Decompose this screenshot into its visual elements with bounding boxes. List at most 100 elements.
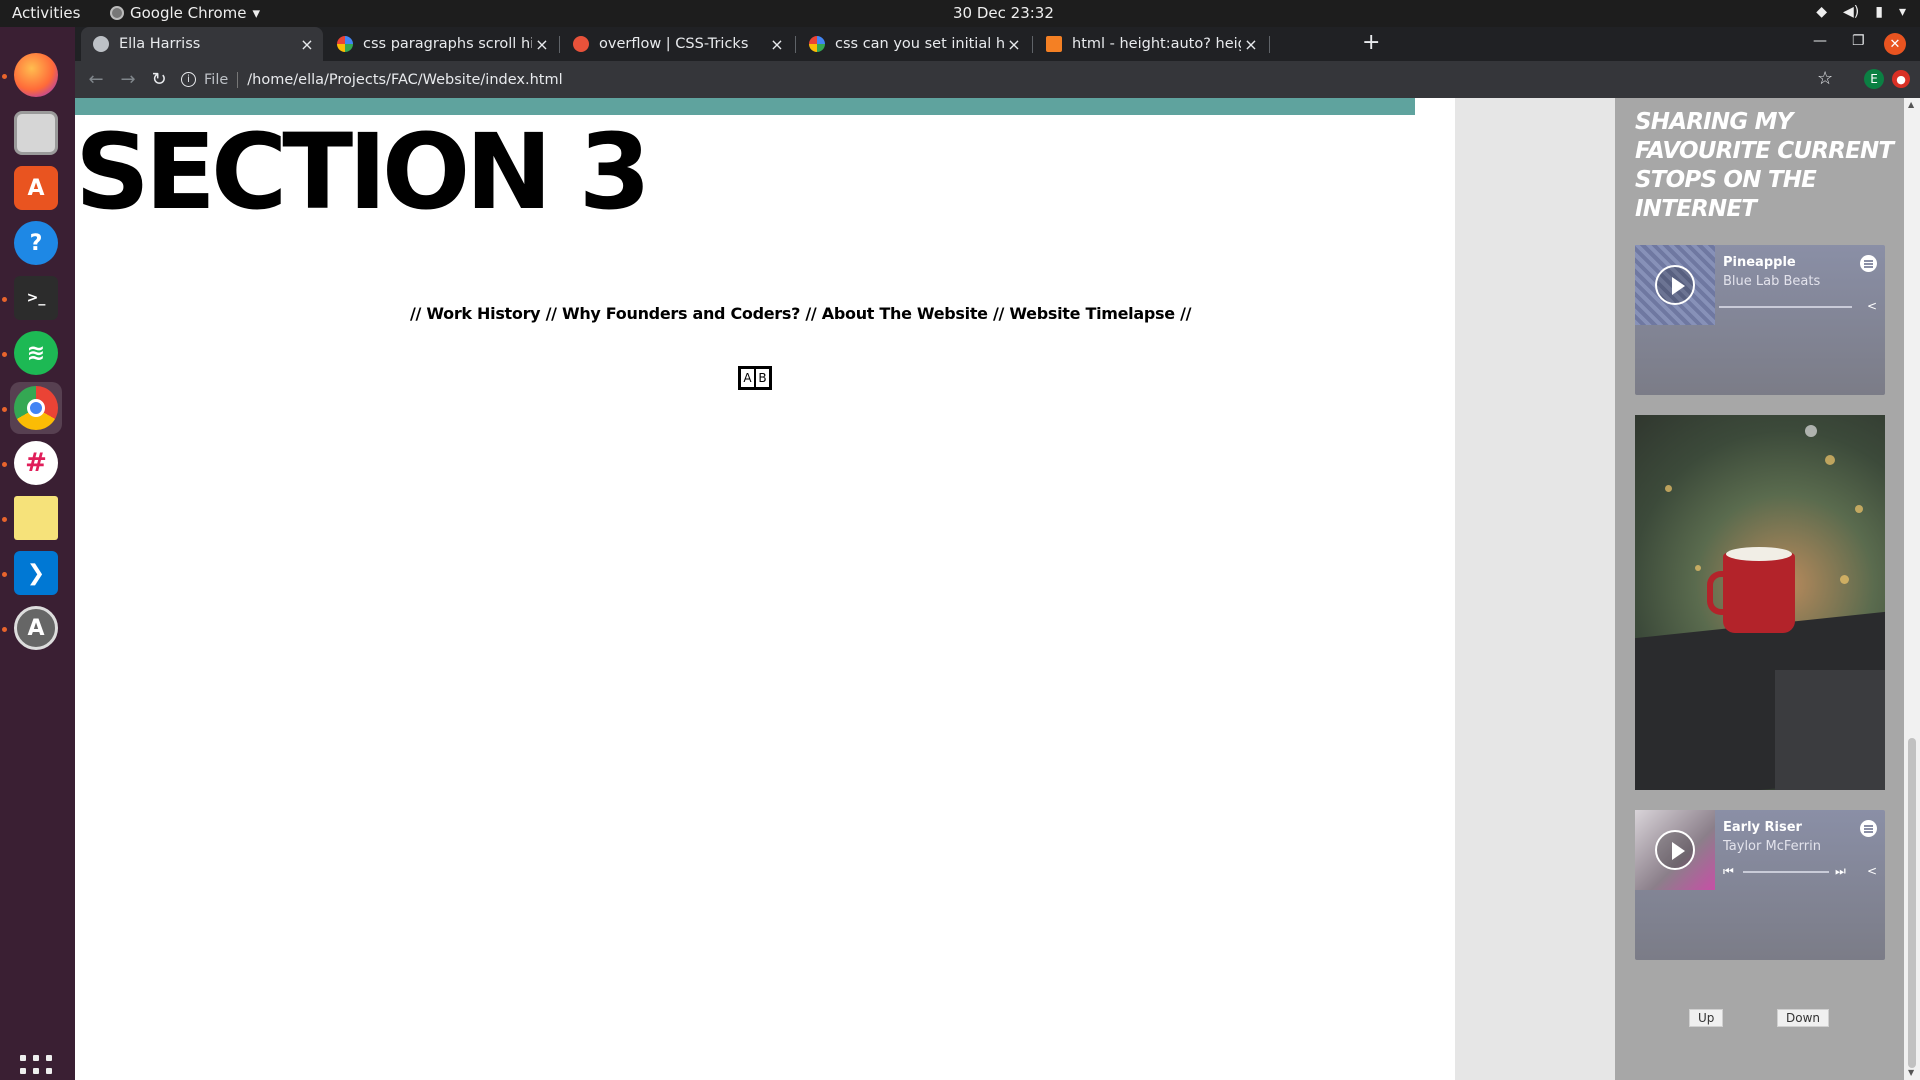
nav-separator: // bbox=[993, 304, 1005, 323]
dock-spotify[interactable]: ≋ bbox=[10, 327, 62, 379]
activities-button[interactable]: Activities bbox=[12, 4, 80, 22]
system-tray[interactable]: ◆ ◀) ▮ ▾ bbox=[1816, 4, 1906, 20]
app-menu[interactable]: Google Chrome ▾ bbox=[110, 4, 260, 22]
info-icon[interactable]: i bbox=[181, 72, 196, 87]
chrome-app-icon bbox=[110, 6, 124, 20]
running-indicator bbox=[2, 627, 7, 632]
dock-vscode[interactable]: ❯ bbox=[10, 547, 62, 599]
software-icon: A bbox=[14, 166, 58, 210]
page-scrollbar[interactable]: ▲ ▼ bbox=[1904, 98, 1920, 1080]
track-artist[interactable]: Blue Lab Beats bbox=[1723, 274, 1820, 289]
clock[interactable]: 30 Dec 23:32 bbox=[953, 4, 1054, 22]
slack-icon: # bbox=[14, 441, 58, 485]
bookmark-star-icon[interactable]: ☆ bbox=[1817, 68, 1833, 89]
nav-separator: // bbox=[805, 304, 817, 323]
running-indicator bbox=[2, 74, 7, 79]
dock-terminal[interactable]: >_ bbox=[10, 272, 62, 324]
button-b[interactable]: B bbox=[755, 368, 770, 388]
play-icon[interactable] bbox=[1655, 265, 1695, 305]
share-icon[interactable]: < bbox=[1867, 864, 1877, 878]
profile-avatar[interactable]: E bbox=[1864, 69, 1884, 89]
nav-link-about-the-website[interactable]: About The Website bbox=[822, 304, 988, 323]
play-icon[interactable] bbox=[1655, 830, 1695, 870]
tab-overflow-css-tricks[interactable]: overflow | CSS-Tricks × bbox=[561, 27, 793, 61]
nav-separator: // bbox=[410, 304, 422, 323]
previous-track-icon[interactable]: ⏮ bbox=[1723, 864, 1734, 879]
nav-link-website-timelapse[interactable]: Website Timelapse bbox=[1009, 304, 1175, 323]
globe-icon bbox=[93, 36, 109, 52]
window-close-icon[interactable]: ✕ bbox=[1884, 33, 1906, 55]
spotify-logo-icon[interactable] bbox=[1860, 820, 1877, 837]
track-title[interactable]: Pineapple bbox=[1723, 255, 1796, 270]
dock-ubuntu-software[interactable]: A bbox=[10, 162, 62, 214]
side-panel-heading: Sharing my favourite current stops on th… bbox=[1635, 109, 1894, 222]
tab-separator bbox=[795, 36, 796, 53]
dock-software-updater[interactable]: A bbox=[10, 602, 62, 654]
running-indicator bbox=[2, 462, 7, 467]
spotify-logo-icon[interactable] bbox=[1860, 255, 1877, 272]
down-button[interactable]: Down bbox=[1777, 1009, 1830, 1027]
address-bar[interactable]: i File /home/ella/Projects/FAC/Website/i… bbox=[181, 65, 1821, 94]
url-text[interactable]: /home/ella/Projects/FAC/Website/index.ht… bbox=[247, 72, 562, 88]
minimize-icon[interactable]: — bbox=[1813, 33, 1827, 49]
tab-title: Ella Harriss bbox=[119, 36, 201, 52]
updater-icon: A bbox=[14, 606, 58, 650]
wifi-icon: ◆ bbox=[1816, 4, 1828, 20]
spotify-embed-pineapple[interactable]: Pineapple Blue Lab Beats < bbox=[1635, 245, 1885, 395]
close-icon[interactable]: × bbox=[532, 35, 552, 54]
track-title[interactable]: Early Riser bbox=[1723, 820, 1802, 835]
scrollbar-thumb[interactable] bbox=[1908, 738, 1916, 1068]
system-top-bar: Activities Google Chrome ▾ 30 Dec 23:32 … bbox=[0, 0, 1920, 27]
nav-link-work-history[interactable]: Work History bbox=[426, 304, 540, 323]
forward-arrow-icon[interactable]: → bbox=[116, 67, 140, 91]
running-indicator bbox=[2, 572, 7, 577]
nav-link-why-founders-and-coders[interactable]: Why Founders and Coders? bbox=[562, 304, 800, 323]
next-track-icon[interactable]: ⏭ bbox=[1835, 864, 1846, 879]
tab-title: css can you set initial heig bbox=[835, 36, 1004, 52]
nav-separator: // bbox=[1180, 304, 1192, 323]
notes-icon bbox=[14, 496, 58, 540]
dock-chrome[interactable] bbox=[10, 382, 62, 434]
share-icon[interactable]: < bbox=[1867, 299, 1877, 313]
tab-css-paragraphs[interactable]: css paragraphs scroll hidd × bbox=[325, 27, 558, 61]
dock-files[interactable] bbox=[10, 107, 62, 159]
dock-slack[interactable]: # bbox=[10, 437, 62, 489]
terminal-icon: >_ bbox=[14, 276, 58, 320]
close-icon[interactable]: × bbox=[297, 35, 317, 54]
progress-bar[interactable] bbox=[1719, 306, 1852, 308]
help-icon: ? bbox=[14, 221, 58, 265]
tab-css-initial-height[interactable]: css can you set initial heig × bbox=[797, 27, 1030, 61]
dock-help[interactable]: ? bbox=[10, 217, 62, 269]
tab-html-height-auto[interactable]: html - height:auto? height × bbox=[1034, 27, 1267, 61]
tab-separator bbox=[559, 36, 560, 53]
tab-title: overflow | CSS-Tricks bbox=[599, 36, 749, 52]
files-icon bbox=[14, 111, 58, 155]
scroll-down-icon[interactable]: ▼ bbox=[1908, 1068, 1914, 1077]
close-icon[interactable]: × bbox=[1241, 35, 1261, 54]
chrome-icon bbox=[14, 386, 58, 430]
close-icon[interactable]: × bbox=[1004, 35, 1024, 54]
progress-bar[interactable] bbox=[1743, 871, 1829, 873]
spotify-embed-early-riser[interactable]: Early Riser Taylor McFerrin ⏮ ⏭ < bbox=[1635, 810, 1885, 960]
google-icon bbox=[809, 36, 825, 52]
show-applications-icon[interactable] bbox=[20, 1055, 52, 1080]
side-panel: Sharing my favourite current stops on th… bbox=[1615, 98, 1904, 1080]
tab-ella-harriss[interactable]: Ella Harriss × bbox=[81, 27, 323, 61]
button-a[interactable]: A bbox=[740, 368, 755, 388]
dock-firefox[interactable] bbox=[10, 49, 62, 101]
new-tab-button[interactable]: + bbox=[1362, 30, 1380, 55]
extension-icon[interactable]: ● bbox=[1892, 70, 1910, 88]
scroll-up-icon[interactable]: ▲ bbox=[1908, 100, 1914, 109]
track-artist[interactable]: Taylor McFerrin bbox=[1723, 839, 1821, 854]
vscode-icon: ❯ bbox=[14, 551, 58, 595]
dock-notes[interactable] bbox=[10, 492, 62, 544]
nav-separator: // bbox=[545, 304, 557, 323]
back-arrow-icon[interactable]: ← bbox=[84, 67, 108, 91]
tab-title: css paragraphs scroll hidd bbox=[363, 36, 532, 52]
maximize-icon[interactable]: ❐ bbox=[1852, 33, 1865, 49]
tab-separator bbox=[1032, 36, 1033, 53]
grey-column bbox=[1455, 98, 1615, 1080]
up-button[interactable]: Up bbox=[1689, 1009, 1724, 1027]
reload-icon[interactable]: ↻ bbox=[147, 67, 171, 91]
close-icon[interactable]: × bbox=[767, 35, 787, 54]
